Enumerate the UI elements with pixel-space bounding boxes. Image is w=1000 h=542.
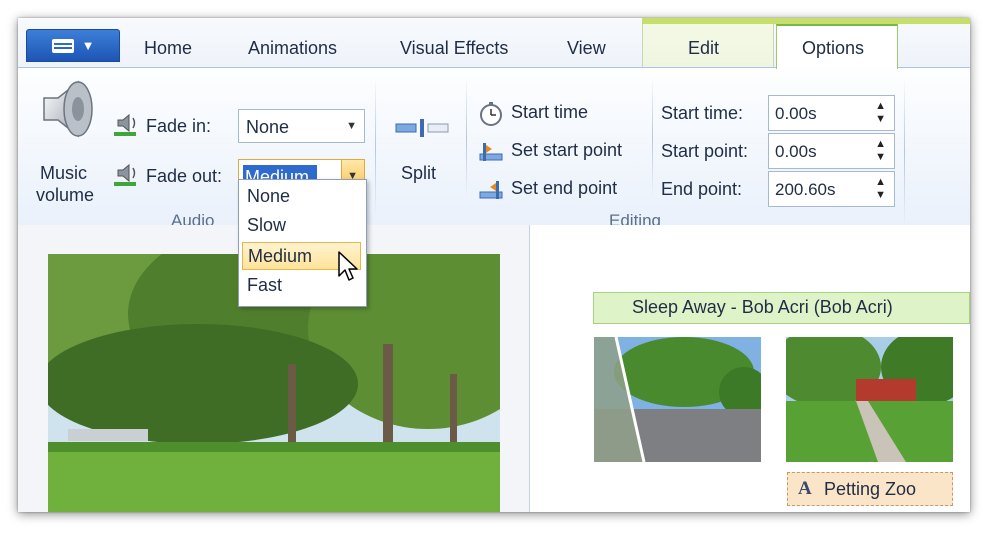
mouse-cursor-icon [338,251,358,281]
start-time-label: Start time: [661,103,744,123]
workspace: Sleep Away - Bob Acri (Bob Acri) A Petti… [18,225,970,512]
title-caption-text: Petting Zoo [824,479,917,499]
movie-maker-window: ▼ Home Animations Visual Effects View Ed… [18,18,970,512]
split-icon [395,119,449,137]
split-label: Split [401,163,437,183]
start-time-button-label: Start time [511,102,589,122]
tab-visual-effects[interactable]: Visual Effects [400,38,508,59]
menu-icon [51,38,74,53]
fade-in-label: Fade in: [146,116,212,136]
title-caption-tag[interactable]: A Petting Zoo [787,472,953,506]
text-A-icon: A [798,478,812,499]
start-time-value: 0.00s [775,104,817,123]
chevron-down-icon: ▼ [81,38,95,53]
group-divider [904,78,905,228]
spin-up-icon[interactable]: ▲ [875,177,886,188]
start-point-label: Start point: [661,141,749,161]
end-point-spinner[interactable]: 200.60s ▲ ▼ [768,171,895,207]
fade-out-dropdown-list: None Slow Medium Fast [238,179,367,307]
spin-down-icon[interactable]: ▼ [875,152,886,163]
fade-option-none[interactable]: None [242,183,361,211]
start-point-spinner[interactable]: 0.00s ▲ ▼ [768,133,895,169]
small-speaker-icon [114,163,136,186]
tab-view[interactable]: View [567,38,606,59]
ribbon-tab-strip: ▼ Home Animations Visual Effects View Ed… [18,18,970,69]
start-point-value: 0.00s [775,142,817,161]
audio-track-caption: Sleep Away - Bob Acri (Bob Acri) [632,297,893,317]
chevron-down-icon: ▼ [346,120,357,132]
application-menu-button[interactable]: ▼ [26,29,120,62]
audio-track-bar[interactable]: Sleep Away - Bob Acri (Bob Acri) [593,292,970,324]
spin-up-icon[interactable]: ▲ [875,101,886,112]
end-point-label: End point: [661,179,743,199]
fade-option-slow[interactable]: Slow [242,212,361,240]
clip-thumbnail-2[interactable] [786,337,953,462]
music-volume-label-line1: Music [40,163,88,183]
clip-thumbnail-1[interactable] [594,337,761,462]
music-volume-label-line2: volume [36,185,95,205]
group-divider [466,78,467,198]
spin-up-icon[interactable]: ▲ [875,139,886,150]
storyboard-pane: Sleep Away - Bob Acri (Bob Acri) A Petti… [530,225,970,512]
tab-animations[interactable]: Animations [248,38,337,59]
spin-down-icon[interactable]: ▼ [875,114,886,125]
group-divider [375,78,376,218]
fade-in-dropdown[interactable]: None ▼ [238,109,365,143]
tab-home[interactable]: Home [144,38,192,59]
fade-in-value: None [246,117,290,137]
group-divider [652,78,653,198]
speaker-icon [43,80,93,138]
stopwatch-icon [480,102,502,126]
tab-edit[interactable]: Edit [688,38,719,59]
set-end-point-icon [479,181,503,199]
small-speaker-icon [114,113,136,136]
fade-out-label: Fade out: [146,166,223,186]
set-start-point-label: Set start point [511,140,623,160]
tab-options[interactable]: Options [802,38,864,59]
ribbon-panel: Music volume Fade in: None ▼ Fade out: M… [18,68,970,230]
set-start-point-icon [479,143,503,161]
end-point-value: 200.60s [775,180,836,199]
set-end-point-label: Set end point [511,178,618,198]
spin-down-icon[interactable]: ▼ [875,190,886,201]
start-time-spinner[interactable]: 0.00s ▲ ▼ [768,95,895,131]
